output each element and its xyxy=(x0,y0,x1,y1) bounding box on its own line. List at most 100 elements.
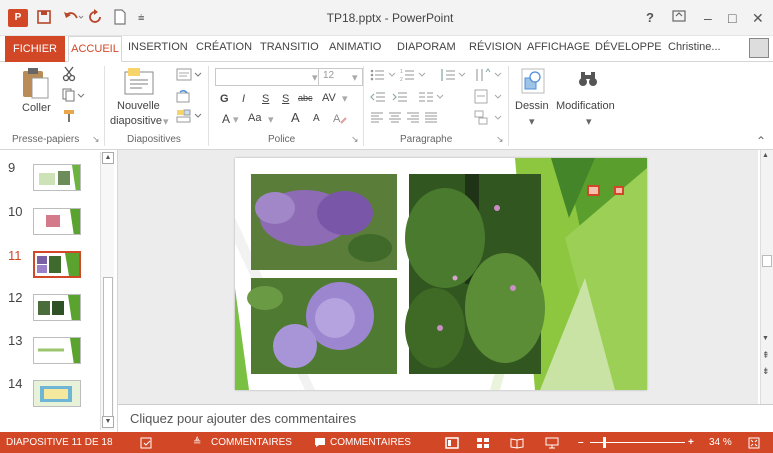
current-slide[interactable] xyxy=(235,158,647,390)
slide-thumbnail-10[interactable] xyxy=(33,208,81,235)
new-slide-dropdown[interactable]: diapositive xyxy=(110,115,162,127)
new-slide-icon[interactable] xyxy=(122,66,156,99)
new-slide-label[interactable]: Nouvelle xyxy=(117,100,160,112)
italic-button[interactable]: I xyxy=(242,93,245,105)
align-center-icon[interactable] xyxy=(388,111,402,126)
tab-view[interactable]: AFFICHAGE xyxy=(527,41,590,53)
zoom-slider[interactable] xyxy=(590,437,685,448)
decrease-indent-icon[interactable] xyxy=(370,91,386,106)
minimize-button[interactable]: – xyxy=(704,9,712,27)
chevron-down-icon[interactable]: ▾ xyxy=(163,115,169,128)
slide-thumbnail-13[interactable] xyxy=(33,337,81,364)
chevron-down-icon[interactable]: ▾ xyxy=(342,92,348,105)
align-text-icon[interactable] xyxy=(474,89,502,108)
scroll-up-icon[interactable]: ▲ xyxy=(762,152,769,159)
previous-slide-icon[interactable]: ⇞ xyxy=(762,350,770,361)
bullets-icon[interactable] xyxy=(370,68,396,85)
customize-qat-icon[interactable]: ⩧ xyxy=(138,9,144,27)
section-icon[interactable] xyxy=(176,109,204,126)
font-color-button[interactable]: A xyxy=(222,112,230,126)
shrink-font-button[interactable]: A xyxy=(313,113,320,124)
columns-icon[interactable] xyxy=(418,91,444,106)
paste-icon[interactable] xyxy=(20,66,52,103)
smartart-icon[interactable] xyxy=(474,110,502,129)
maximize-button[interactable]: □ xyxy=(728,9,736,27)
collapse-ribbon-icon[interactable]: ⌃ xyxy=(756,134,766,148)
chevron-down-icon[interactable]: ▾ xyxy=(352,71,358,84)
user-name[interactable]: Christine... xyxy=(668,41,721,53)
editing-button[interactable]: Modification xyxy=(556,100,615,112)
change-case-button[interactable]: Aa xyxy=(248,112,261,124)
clipboard-launcher-icon[interactable]: ↘ xyxy=(92,134,100,145)
slide-sorter-icon[interactable] xyxy=(476,437,490,452)
editor-scrollbar[interactable]: ▲ ▼ ⇞ ⇟ xyxy=(760,150,773,404)
tab-home[interactable]: ACCUEIL xyxy=(68,36,122,62)
zoom-out-button[interactable]: – xyxy=(578,437,584,448)
chevron-down-icon[interactable]: ▾ xyxy=(312,71,318,84)
notes-pane[interactable]: Cliquez pour ajouter des commentaires xyxy=(118,404,773,432)
cut-icon[interactable] xyxy=(62,66,76,85)
slide-thumbnail-14[interactable] xyxy=(33,380,81,407)
tab-animations[interactable]: ANIMATIO xyxy=(329,41,381,53)
zoom-level[interactable]: 34 % xyxy=(709,437,732,448)
tab-transitions[interactable]: TRANSITIO xyxy=(260,41,319,53)
undo-icon[interactable] xyxy=(62,9,84,29)
comments-toggle-button[interactable]: COMMENTAIRES xyxy=(330,437,411,448)
zoom-slider-thumb[interactable] xyxy=(603,437,606,448)
zoom-in-button[interactable]: + xyxy=(688,437,694,448)
character-spacing-button[interactable]: AV xyxy=(322,92,336,104)
next-slide-icon[interactable]: ⇟ xyxy=(762,366,770,377)
align-left-icon[interactable] xyxy=(370,111,384,126)
align-right-icon[interactable] xyxy=(406,111,420,126)
font-launcher-icon[interactable]: ↘ xyxy=(351,134,359,145)
notes-placeholder[interactable]: Cliquez pour ajouter des commentaires xyxy=(130,411,356,426)
notes-toggle-icon[interactable]: ≜ xyxy=(193,437,201,448)
reset-slide-icon[interactable] xyxy=(176,89,192,107)
layout-icon[interactable] xyxy=(176,68,204,85)
thumbnails-scrollbar[interactable]: ▲ ▼ xyxy=(100,152,114,430)
scroll-thumb[interactable] xyxy=(103,277,113,417)
new-document-icon[interactable] xyxy=(113,9,127,29)
drawing-button[interactable]: Dessin xyxy=(515,100,549,112)
redo-icon[interactable] xyxy=(88,9,104,29)
copy-icon[interactable] xyxy=(62,88,86,105)
shapes-icon[interactable] xyxy=(521,68,545,97)
save-icon[interactable] xyxy=(36,9,52,29)
clear-formatting-icon[interactable]: A xyxy=(332,111,348,128)
numbering-icon[interactable]: 12 xyxy=(400,68,426,85)
format-painter-icon[interactable] xyxy=(62,108,78,127)
close-button[interactable]: ✕ xyxy=(752,9,764,27)
justify-icon[interactable] xyxy=(424,111,438,126)
notes-toggle-button[interactable]: COMMENTAIRES xyxy=(211,437,292,448)
slide-thumbnail-12[interactable] xyxy=(33,294,81,321)
chevron-down-icon[interactable]: ▾ xyxy=(529,115,535,128)
help-button[interactable]: ? xyxy=(646,9,654,27)
scroll-down-icon[interactable]: ▼ xyxy=(102,416,114,428)
slide-thumbnail-11[interactable] xyxy=(33,251,81,278)
comments-toggle-icon[interactable] xyxy=(314,437,326,451)
slideshow-icon[interactable] xyxy=(545,437,559,452)
tab-file[interactable]: FICHIER xyxy=(5,36,65,62)
grow-font-button[interactable]: A xyxy=(291,110,300,125)
chevron-down-icon[interactable]: ▾ xyxy=(268,113,274,126)
scroll-down-icon[interactable]: ▼ xyxy=(762,335,769,342)
underline-button[interactable]: S xyxy=(262,93,269,105)
increase-indent-icon[interactable] xyxy=(392,91,408,106)
reading-view-icon[interactable] xyxy=(510,437,524,452)
tab-developer[interactable]: DÉVELOPPE xyxy=(595,41,662,53)
paste-button[interactable]: Coller xyxy=(22,102,51,114)
fit-slide-icon[interactable] xyxy=(748,437,760,452)
tab-insert[interactable]: INSERTION xyxy=(128,41,188,53)
ribbon-display-options-icon[interactable] xyxy=(672,9,686,27)
strikethrough-button[interactable]: abc xyxy=(298,93,313,103)
tab-review[interactable]: RÉVISION xyxy=(469,41,522,53)
scroll-up-icon[interactable]: ▲ xyxy=(102,152,114,164)
chevron-down-icon[interactable]: ▾ xyxy=(586,115,592,128)
paragraph-launcher-icon[interactable]: ↘ xyxy=(496,134,504,145)
spell-check-icon[interactable] xyxy=(140,437,154,452)
bold-button[interactable]: G xyxy=(220,93,229,105)
normal-view-icon[interactable] xyxy=(445,437,459,452)
tab-slideshow[interactable]: DIAPORAM xyxy=(397,41,456,53)
avatar[interactable] xyxy=(749,38,769,58)
line-spacing-icon[interactable] xyxy=(440,68,466,85)
